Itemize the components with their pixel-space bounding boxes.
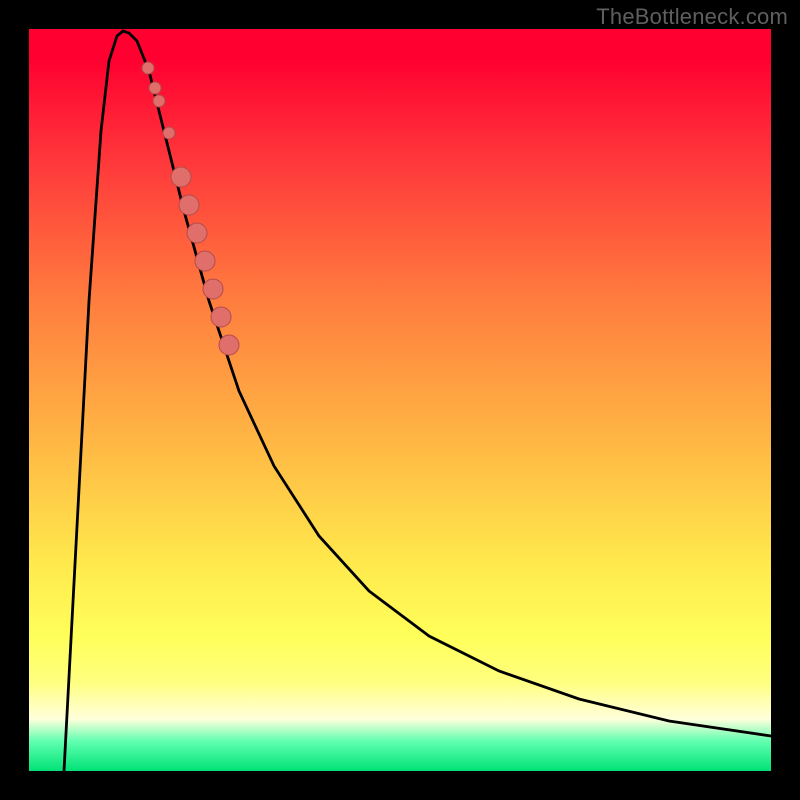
marker-group (142, 62, 239, 355)
highlight-marker (171, 167, 191, 187)
highlight-marker (219, 335, 239, 355)
highlight-marker (203, 279, 223, 299)
chart-frame: TheBottleneck.com (0, 0, 800, 800)
highlight-marker (195, 251, 215, 271)
highlight-marker (149, 82, 161, 94)
highlight-marker (187, 223, 207, 243)
chart-plot-area (29, 29, 771, 771)
highlight-marker (153, 95, 165, 107)
bottleneck-curve-path (64, 31, 771, 771)
highlight-marker (163, 127, 175, 139)
bottleneck-curve-svg (29, 29, 771, 771)
highlight-marker (179, 195, 199, 215)
attribution-text: TheBottleneck.com (596, 4, 788, 30)
highlight-marker (142, 62, 154, 74)
highlight-marker (211, 307, 231, 327)
